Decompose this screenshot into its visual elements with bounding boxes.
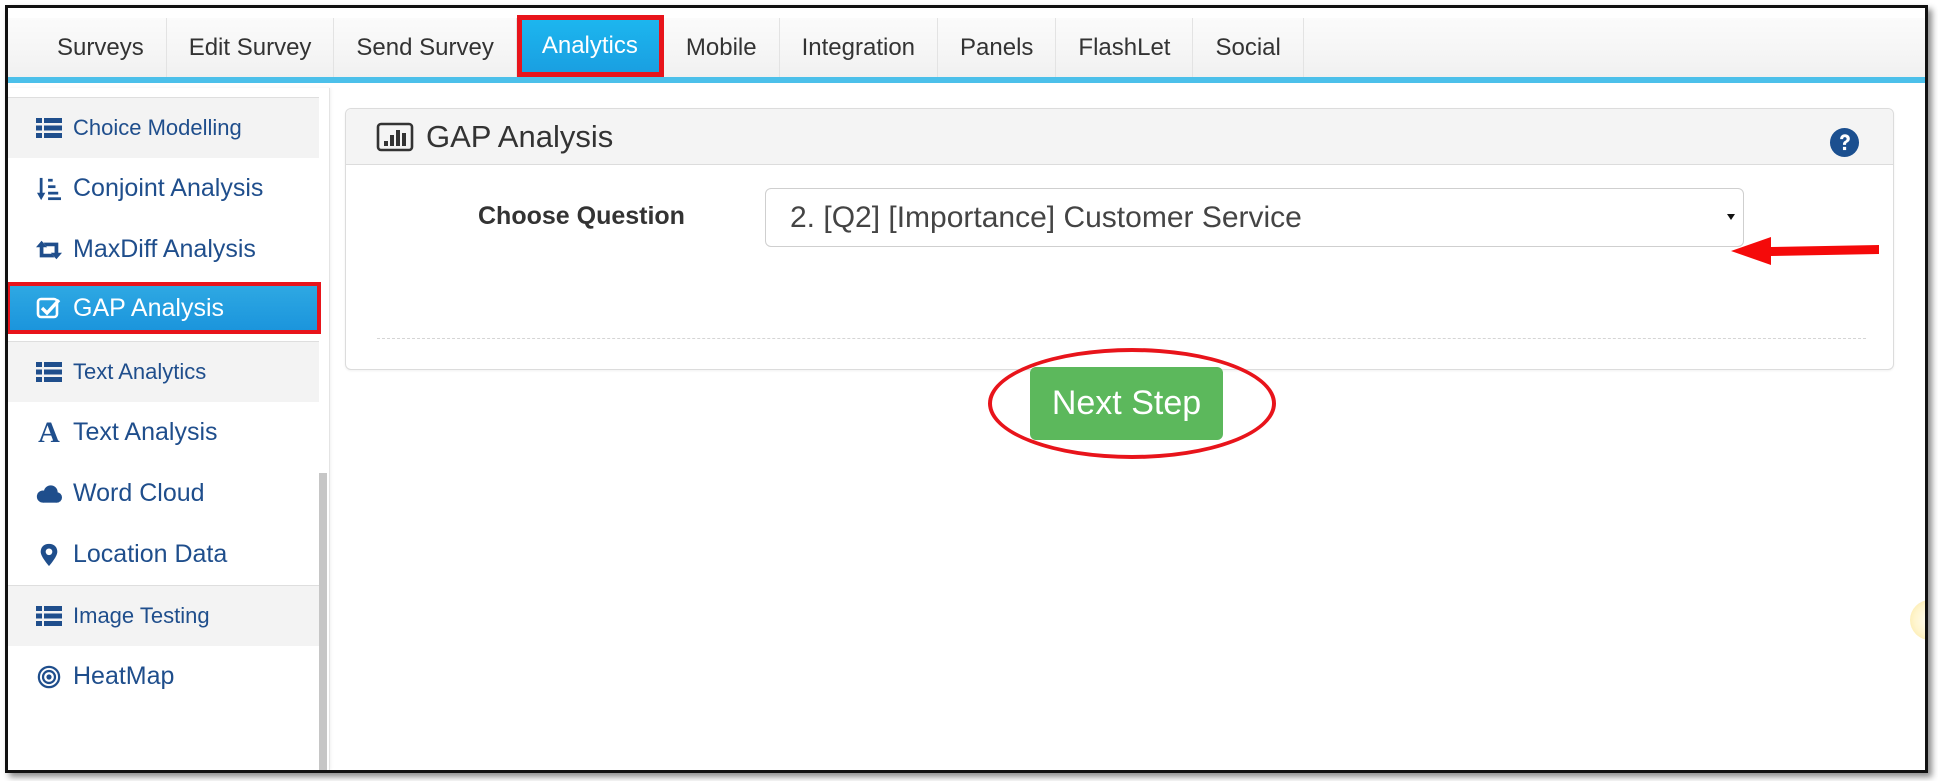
sidebar-section-label: Image Testing — [73, 603, 210, 628]
sidebar-item-label: Location Data — [73, 540, 228, 568]
choose-question-label: Choose Question — [478, 202, 685, 230]
sidebar-list: Choice Modelling Conjoint Analysis MaxDi… — [8, 97, 321, 707]
list-icon — [35, 603, 63, 629]
sidebar-section-label: Choice Modelling — [73, 115, 242, 140]
retweet-icon — [35, 237, 63, 263]
panel-header: GAP Analysis — [346, 109, 1893, 165]
analytics-sidebar: Choice Modelling Conjoint Analysis MaxDi… — [8, 88, 330, 770]
form-divider — [377, 338, 1866, 339]
choose-question-row: Choose Question 2. [Q2] [Importance] Cus… — [346, 188, 1893, 248]
list-icon — [35, 115, 63, 141]
sidebar-item-heatmap[interactable]: HeatMap — [8, 646, 319, 707]
question-select-value: 2. [Q2] [Importance] Customer Service — [790, 200, 1302, 234]
sidebar-item-label: HeatMap — [73, 662, 175, 690]
tab-flashlet[interactable]: FlashLet — [1056, 18, 1194, 77]
sidebar-section-image-testing: Image Testing — [8, 585, 319, 646]
sidebar-item-label: Word Cloud — [73, 479, 205, 507]
sidebar-section-text-analytics: Text Analytics — [8, 341, 319, 402]
app-window: Surveys Edit Survey Send Survey Analytic… — [5, 5, 1928, 773]
cursor-highlight — [1910, 600, 1925, 640]
bar-chart-icon — [376, 122, 414, 152]
gap-analysis-panel: GAP Analysis Choose Question 2. [Q2] [Im… — [345, 108, 1894, 370]
tab-mobile[interactable]: Mobile — [664, 18, 780, 77]
sidebar-item-label: MaxDiff Analysis — [73, 235, 256, 263]
sidebar-item-label: GAP Analysis — [73, 293, 225, 322]
sort-amount-icon — [35, 176, 63, 202]
sidebar-item-label: Text Analysis — [73, 418, 218, 446]
page-title: GAP Analysis — [426, 118, 614, 154]
sidebar-scrollbar[interactable] — [319, 473, 327, 770]
sidebar-item-word-cloud[interactable]: Word Cloud — [8, 463, 319, 524]
question-select[interactable]: 2. [Q2] [Importance] Customer Service — [765, 188, 1744, 247]
sidebar-item-text-analysis[interactable]: A Text Analysis — [8, 402, 319, 463]
tab-panels[interactable]: Panels — [938, 18, 1057, 77]
tab-surveys[interactable]: Surveys — [8, 18, 167, 77]
tab-edit-survey[interactable]: Edit Survey — [167, 18, 335, 77]
font-icon: A — [38, 415, 60, 449]
next-step-button[interactable]: Next Step — [1030, 367, 1223, 440]
tab-analytics[interactable]: Analytics — [516, 15, 664, 77]
bullseye-icon — [35, 664, 63, 690]
sidebar-item-maxdiff-analysis[interactable]: MaxDiff Analysis — [8, 219, 319, 280]
tab-social[interactable]: Social — [1193, 18, 1304, 77]
checkbox-icon — [35, 295, 63, 321]
tab-send-survey[interactable]: Send Survey — [334, 18, 517, 77]
question-circle-icon[interactable] — [1829, 127, 1860, 158]
sidebar-item-gap-analysis[interactable]: GAP Analysis — [8, 282, 321, 334]
sidebar-item-conjoint-analysis[interactable]: Conjoint Analysis — [8, 158, 319, 219]
sidebar-section-choice-modelling: Choice Modelling — [8, 97, 319, 158]
tab-integration[interactable]: Integration — [780, 18, 939, 77]
map-marker-icon — [35, 542, 63, 568]
cloud-icon — [35, 481, 63, 507]
top-nav-tabs: Surveys Edit Survey Send Survey Analytic… — [8, 15, 1925, 83]
sidebar-item-location-data[interactable]: Location Data — [8, 524, 319, 585]
sidebar-section-label: Text Analytics — [73, 359, 207, 384]
caret-down-icon — [1727, 214, 1735, 220]
sidebar-item-label: Conjoint Analysis — [73, 174, 264, 202]
list-icon — [35, 359, 63, 385]
